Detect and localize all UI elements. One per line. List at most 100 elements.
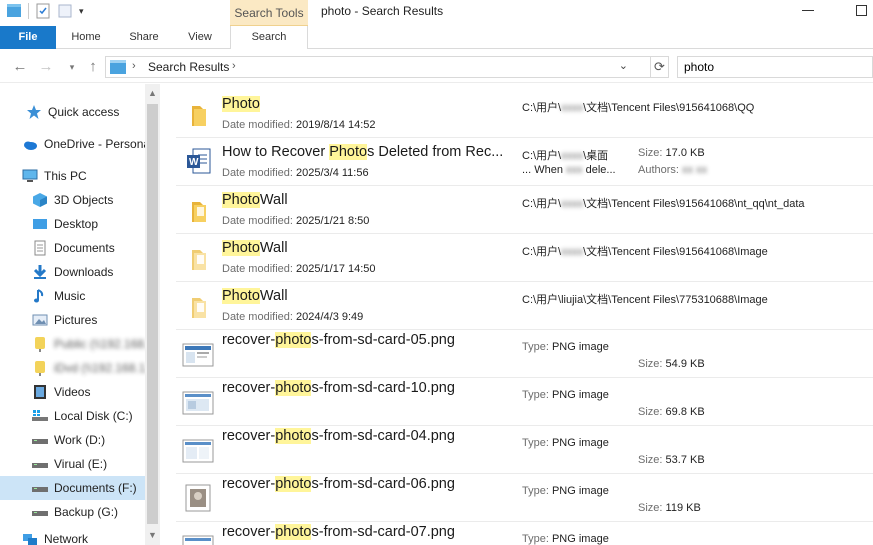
result-row[interactable]: PhotoWall Date modified: 2024/4/3 9:49 C… (176, 282, 873, 330)
nav-onedrive[interactable]: OneDrive - Personal (0, 132, 145, 156)
result-snippet: ... When xxx dele... (522, 164, 616, 176)
nav-label: Public (\\192.168.1.1) (54, 337, 145, 351)
result-name[interactable]: PhotoWall (222, 192, 288, 208)
result-date: Date modified: 2024/4/3 9:49 (222, 311, 364, 323)
search-box[interactable] (677, 56, 873, 78)
nav-label: iDvd (\\192.168.1.11) (54, 361, 145, 375)
drive-icon (32, 456, 48, 472)
result-path: C:\用户\xxxx\文档\Tencent Files\915641068\QQ (522, 102, 755, 114)
result-date: Date modified: 2025/3/4 11:56 (222, 167, 369, 179)
nav-downloads[interactable]: Downloads (0, 260, 145, 284)
nav-label: Work (D:) (54, 433, 106, 447)
refresh-button[interactable]: ⟳ (651, 56, 669, 78)
maximize-button[interactable] (856, 5, 867, 16)
nav-documents-f[interactable]: Documents (F:) (0, 476, 145, 500)
result-row[interactable]: Photo Date modified: 2019/8/14 14:52 C:\… (176, 90, 873, 138)
nav-documents[interactable]: Documents (0, 236, 145, 260)
result-name[interactable]: How to Recover Photos Deleted from Rec..… (222, 144, 503, 160)
result-name[interactable]: recover-photos-from-sd-card-04.png (222, 428, 455, 444)
result-type: Type: PNG image (522, 485, 609, 497)
word-document-icon: W (182, 146, 214, 178)
png-thumbnail-icon (182, 482, 214, 514)
result-name[interactable]: recover-photos-from-sd-card-05.png (222, 332, 455, 348)
nav-label: Backup (G:) (54, 505, 119, 519)
nav-3d-objects[interactable]: 3D Objects (0, 188, 145, 212)
result-name[interactable]: recover-photos-from-sd-card-07.png (222, 524, 455, 540)
result-date: Date modified: 2025/1/21 8:50 (222, 215, 370, 227)
pc-icon (22, 168, 38, 184)
scroll-up-icon[interactable]: ▲ (148, 88, 157, 98)
result-name[interactable]: recover-photos-from-sd-card-06.png (222, 476, 455, 492)
nav-videos[interactable]: Videos (0, 380, 145, 404)
folder-icon (182, 242, 214, 274)
nav-this-pc[interactable]: This PC (0, 164, 145, 188)
new-folder-icon[interactable] (57, 3, 73, 19)
nav-work-d[interactable]: Work (D:) (0, 428, 145, 452)
nav-quick-access[interactable]: Quick access (0, 100, 145, 124)
search-results-list: Photo Date modified: 2019/8/14 14:52 C:\… (176, 90, 873, 545)
result-size: Size: 54.9 KB (638, 358, 705, 370)
back-button[interactable]: ← (11, 58, 29, 76)
result-path: C:\用户\xxxx\桌面 (522, 150, 609, 162)
properties-icon[interactable] (35, 3, 51, 19)
nav-label: Music (54, 289, 86, 303)
address-dropdown-icon[interactable]: ⌄ (619, 59, 628, 72)
forward-button[interactable]: → (37, 58, 55, 76)
tab-home[interactable]: Home (64, 26, 108, 49)
nav-pictures[interactable]: Pictures (0, 308, 145, 332)
address-row: ← → ▾ ↑ › Search Results › ⌄ ⟳ (0, 50, 873, 83)
result-row[interactable]: recover-photos-from-sd-card-07.png Type:… (176, 522, 873, 545)
nav-label: Local Disk (C:) (54, 409, 133, 423)
customize-toolbar-icon[interactable]: ▾ (79, 3, 89, 19)
recent-locations-button[interactable]: ▾ (63, 58, 81, 76)
result-name[interactable]: PhotoWall (222, 288, 288, 304)
result-name[interactable]: recover-photos-from-sd-card-10.png (222, 380, 455, 396)
png-thumbnail-icon (182, 338, 214, 370)
nav-music[interactable]: Music (0, 284, 145, 308)
tab-view[interactable]: View (180, 26, 220, 49)
search-location-icon (110, 60, 126, 74)
nav-network-drive-idvd[interactable]: iDvd (\\192.168.1.11) (0, 356, 145, 380)
result-row[interactable]: W How to Recover Photos Deleted from Rec… (176, 138, 873, 186)
scrollbar-thumb[interactable] (147, 104, 158, 524)
breadcrumb-chevron-icon[interactable]: › (232, 60, 236, 72)
address-bar[interactable]: › Search Results › ⌄ (105, 56, 651, 78)
result-row[interactable]: recover-photos-from-sd-card-05.png Type:… (176, 330, 873, 378)
result-name[interactable]: Photo (222, 96, 260, 112)
result-type: Type: PNG image (522, 341, 609, 353)
network-icon (22, 532, 38, 545)
result-size: Size: 119 KB (638, 502, 701, 514)
png-thumbnail-icon (182, 530, 214, 545)
nav-scrollbar[interactable]: ▲ ▼ (145, 84, 160, 545)
result-type: Type: PNG image (522, 533, 609, 545)
nav-backup-g[interactable]: Backup (G:) (0, 500, 145, 524)
result-row[interactable]: recover-photos-from-sd-card-06.png Type:… (176, 474, 873, 522)
tab-search[interactable]: Search (230, 26, 308, 49)
result-row[interactable]: recover-photos-from-sd-card-10.png Type:… (176, 378, 873, 426)
breadcrumb[interactable]: Search Results (148, 60, 229, 74)
search-tools-context-tab: Search Tools (230, 0, 308, 26)
nav-virual-e[interactable]: Virual (E:) (0, 452, 145, 476)
nav-desktop[interactable]: Desktop (0, 212, 145, 236)
nav-network[interactable]: Network (0, 532, 145, 545)
minimize-button[interactable] (802, 10, 814, 11)
nav-label: Desktop (54, 217, 99, 231)
windows-drive-icon (32, 408, 48, 424)
scroll-down-icon[interactable]: ▼ (148, 530, 157, 540)
result-type: Type: PNG image (522, 389, 609, 401)
result-name[interactable]: PhotoWall (222, 240, 288, 256)
nav-label: Downloads (54, 265, 114, 279)
search-input[interactable] (684, 59, 864, 75)
nav-label: This PC (44, 169, 87, 183)
nav-local-disk-c[interactable]: Local Disk (C:) (0, 404, 145, 428)
result-row[interactable]: recover-photos-from-sd-card-04.png Type:… (176, 426, 873, 474)
nav-network-drive-public[interactable]: Public (\\192.168.1.1) (0, 332, 145, 356)
video-icon (32, 384, 48, 400)
cube-icon (32, 192, 48, 208)
result-row[interactable]: PhotoWall Date modified: 2025/1/17 14:50… (176, 234, 873, 282)
breadcrumb-chevron-icon[interactable]: › (132, 60, 136, 72)
tab-share[interactable]: Share (122, 26, 166, 49)
tab-file[interactable]: File (0, 26, 56, 49)
result-row[interactable]: PhotoWall Date modified: 2025/1/21 8:50 … (176, 186, 873, 234)
up-button[interactable]: ↑ (84, 58, 102, 76)
